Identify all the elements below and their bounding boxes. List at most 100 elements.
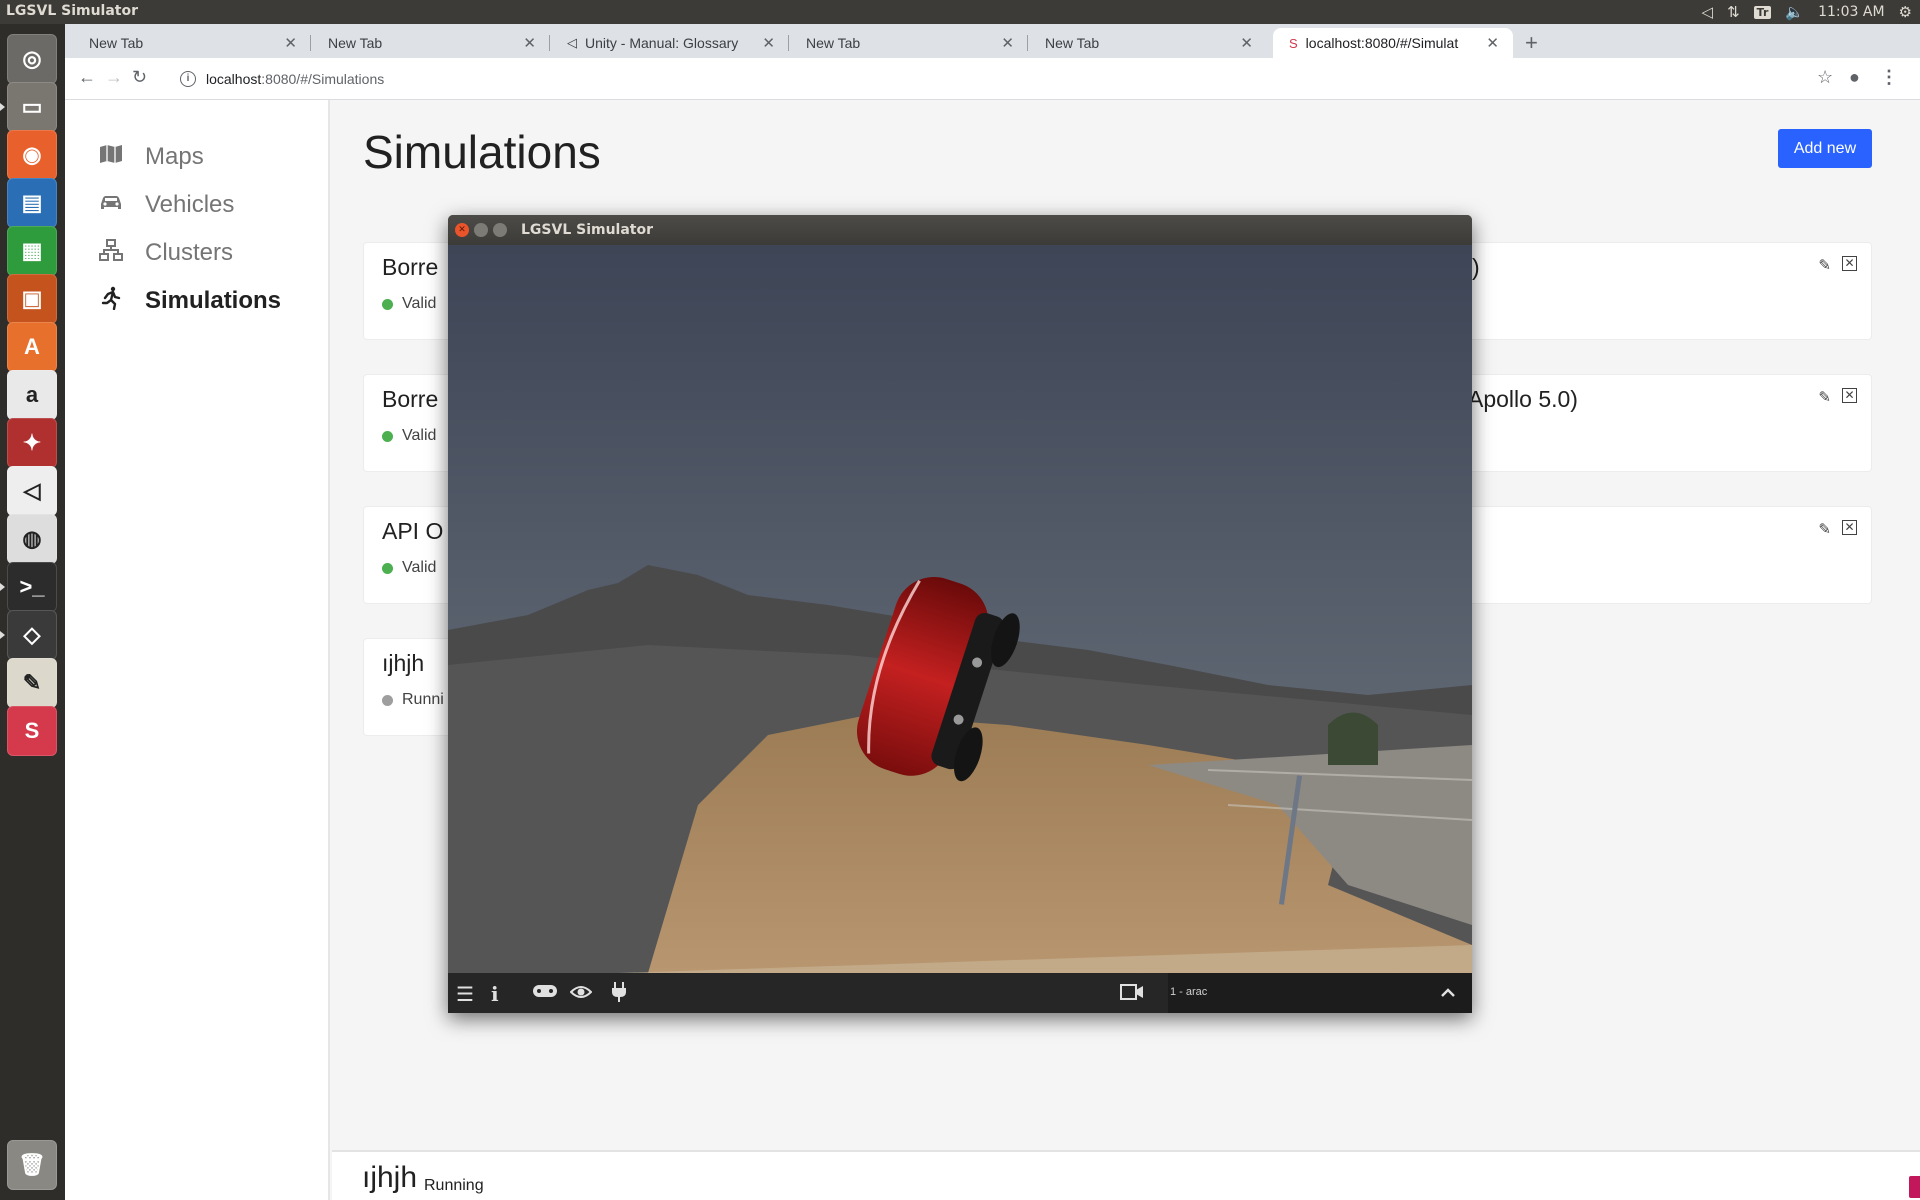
- chevron-up-icon[interactable]: [1441, 984, 1455, 1002]
- url-path: :8080/#/Simulations: [261, 71, 385, 87]
- unity-hub-launcher-icon[interactable]: ◁: [7, 466, 57, 516]
- simulation-viewport[interactable]: [448, 245, 1472, 973]
- browser-toolbar: ← → ↻ i localhost:8080/#/Simulations ☆ ●…: [65, 58, 1920, 100]
- tab-close-icon[interactable]: ✕: [1486, 34, 1499, 52]
- gamepad-icon[interactable]: [532, 981, 558, 1007]
- launcher: ◎ ▭ ◉ ▤ ▦ ▣ Aa ✦ ◁ ◍ >_ ◇ ✎ S 🗑: [0, 24, 65, 1200]
- unity-launcher-icon[interactable]: ◇: [7, 610, 57, 660]
- browser-tab[interactable]: New Tab ✕: [790, 28, 1028, 58]
- add-new-button[interactable]: Add new: [1778, 129, 1872, 168]
- simulation-name-tail: Apollo 5.0): [1468, 386, 1578, 412]
- browser-tab[interactable]: New Tab ✕: [312, 28, 550, 58]
- simulator-titlebar[interactable]: ✕ LGSVL Simulator: [448, 215, 1472, 245]
- delete-icon[interactable]: ✕: [1842, 388, 1857, 403]
- tab-close-icon[interactable]: ✕: [1240, 34, 1253, 52]
- scene-render: [448, 245, 1472, 973]
- network-icon[interactable]: ⇅: [1727, 3, 1740, 21]
- address-bar[interactable]: i localhost:8080/#/Simulations: [180, 63, 1840, 95]
- tab-title: New Tab: [806, 35, 861, 51]
- running-indicator: [0, 631, 5, 639]
- tab-close-icon[interactable]: ✕: [1001, 34, 1014, 52]
- simulation-status: Valid: [382, 427, 436, 445]
- reload-icon[interactable]: ↻: [132, 67, 147, 88]
- browser-tab[interactable]: New Tab ✕: [1029, 28, 1267, 58]
- browser-tab-active[interactable]: S localhost:8080/#/Simulat ✕: [1273, 28, 1513, 58]
- tree: [1328, 712, 1378, 765]
- amazon-launcher-icon[interactable]: a: [7, 370, 57, 420]
- car-icon: [97, 192, 125, 218]
- impress-launcher-icon[interactable]: ▣: [7, 274, 57, 324]
- software-center-launcher-icon[interactable]: A: [7, 322, 57, 372]
- firefox-launcher-icon[interactable]: ◉: [7, 130, 57, 180]
- volume-icon[interactable]: 🔈: [1785, 3, 1804, 21]
- lgsvl-launcher-icon[interactable]: S: [7, 706, 57, 756]
- simulator-title: LGSVL Simulator: [521, 222, 654, 238]
- tab-title: New Tab: [328, 35, 383, 51]
- status-dot: [382, 430, 393, 442]
- new-tab-plus-icon[interactable]: +: [1525, 30, 1538, 56]
- calc-launcher-icon[interactable]: ▦: [7, 226, 57, 276]
- delete-icon[interactable]: ✕: [1842, 520, 1857, 535]
- window-close-icon[interactable]: ✕: [455, 223, 469, 237]
- trash-launcher-icon[interactable]: 🗑: [7, 1140, 57, 1190]
- running-indicator: [0, 103, 5, 111]
- back-arrow-icon[interactable]: ←: [78, 67, 96, 88]
- session-gear-icon[interactable]: ⚙: [1899, 3, 1912, 21]
- window-maximize-icon[interactable]: [493, 223, 507, 237]
- keyboard-layout-indicator[interactable]: Tr: [1753, 5, 1772, 19]
- sidebar-item-label: Maps: [145, 143, 204, 170]
- delete-icon[interactable]: ✕: [1842, 256, 1857, 271]
- camera-toggle-icon[interactable]: [1120, 982, 1144, 1008]
- run-icon: [97, 286, 125, 316]
- sidebar-item-label: Clusters: [145, 239, 234, 266]
- window-minimize-icon[interactable]: [474, 223, 488, 237]
- simulation-name: Borre: [382, 386, 439, 412]
- bookmark-star-icon[interactable]: ☆: [1817, 67, 1833, 88]
- sidebar-item-clusters[interactable]: Clusters: [97, 236, 233, 270]
- running-simulation-name: ıjhjh: [362, 1161, 418, 1194]
- sidebar-item-label: Vehicles: [145, 191, 235, 218]
- lgsvl-favicon-icon: S: [1289, 35, 1298, 51]
- eye-icon[interactable]: [569, 982, 593, 1008]
- forward-arrow-icon[interactable]: →: [105, 67, 123, 88]
- camera-selector[interactable]: [1168, 973, 1472, 1013]
- clock[interactable]: 11:03 AM: [1818, 4, 1884, 20]
- cluster-icon: [97, 239, 125, 267]
- site-info-icon[interactable]: i: [180, 71, 196, 87]
- files-launcher-icon[interactable]: ▭: [7, 82, 57, 132]
- chrome-launcher-icon[interactable]: ◍: [7, 514, 57, 564]
- tab-close-icon[interactable]: ✕: [523, 34, 536, 52]
- browser-tab[interactable]: New Tab ✕: [73, 28, 311, 58]
- system-settings-launcher-icon[interactable]: ✦: [7, 418, 57, 468]
- tab-close-icon[interactable]: ✕: [762, 34, 775, 52]
- text-editor-launcher-icon[interactable]: ✎: [7, 658, 57, 708]
- page-scrollbar[interactable]: [1908, 100, 1920, 1200]
- sidebar-item-vehicles[interactable]: Vehicles: [97, 188, 234, 222]
- unity-tray-icon[interactable]: ◁: [1702, 3, 1714, 21]
- dash-launcher-icon[interactable]: ◎: [7, 34, 57, 84]
- writer-launcher-icon[interactable]: ▤: [7, 178, 57, 228]
- tab-title: Unity - Manual: Glossary: [585, 35, 739, 51]
- running-indicator: [0, 583, 5, 591]
- camera-label: 1 - arac: [1170, 986, 1208, 998]
- url-host: localhost: [206, 71, 262, 87]
- sidebar-item-maps[interactable]: Maps: [97, 140, 204, 174]
- tab-strip: New Tab ✕ New Tab ✕ ◁ Unity - Manual: Gl…: [65, 24, 1920, 58]
- terminal-launcher-icon[interactable]: >_: [7, 562, 57, 612]
- browser-tab[interactable]: ◁ Unity - Manual: Glossary ✕: [551, 28, 789, 58]
- simulator-toolbar: ☰ i 1 - arac: [448, 973, 1472, 1013]
- info-icon[interactable]: i: [491, 982, 499, 1006]
- menu-dots-icon[interactable]: ⋮: [1880, 67, 1898, 88]
- side-navigation: Maps Vehicles Clusters Simulations: [65, 100, 330, 1200]
- edit-icon[interactable]: ✎: [1818, 520, 1831, 538]
- plug-icon[interactable]: [611, 982, 627, 1008]
- simulation-status: Valid: [382, 295, 436, 313]
- edit-icon[interactable]: ✎: [1818, 256, 1831, 274]
- status-dot: [382, 562, 393, 574]
- page-title: Simulations: [363, 126, 601, 178]
- menu-icon[interactable]: ☰: [456, 982, 474, 1007]
- tab-close-icon[interactable]: ✕: [284, 34, 297, 52]
- profile-icon[interactable]: ●: [1849, 67, 1860, 88]
- sidebar-item-simulations[interactable]: Simulations: [97, 284, 281, 318]
- edit-icon[interactable]: ✎: [1818, 388, 1831, 406]
